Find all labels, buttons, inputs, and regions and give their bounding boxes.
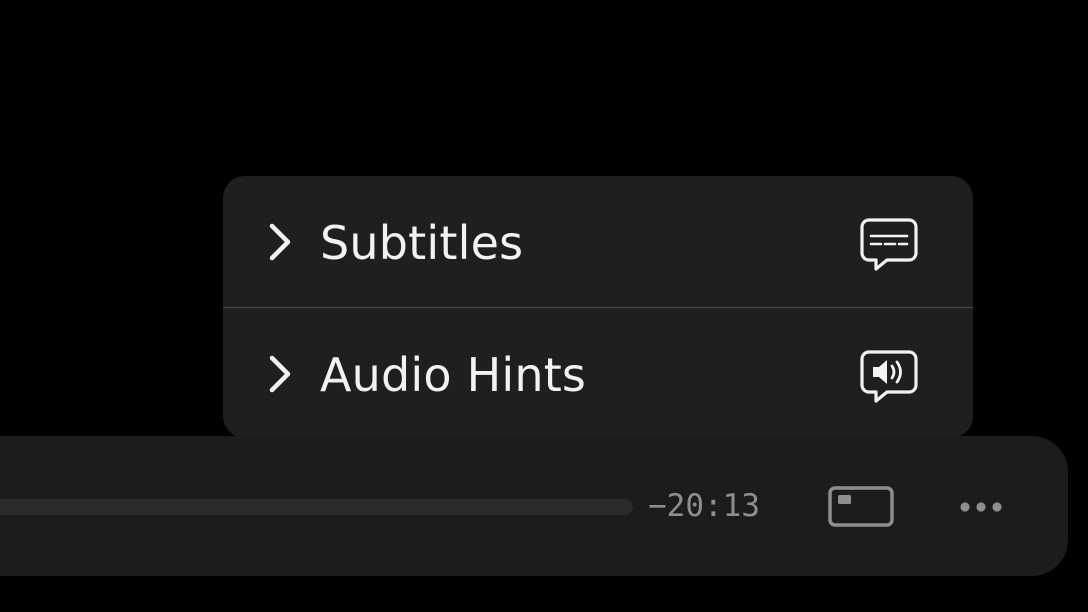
audio-hints-icon — [860, 350, 918, 403]
menu-item-subtitles[interactable]: Subtitles — [223, 176, 973, 307]
more-options-icon[interactable] — [952, 490, 1012, 524]
time-remaining: −20:13 — [648, 488, 760, 524]
subtitles-icon — [860, 218, 918, 271]
chevron-right-icon — [269, 355, 291, 393]
menu-item-audio-hints[interactable]: Audio Hints — [223, 308, 973, 438]
chevron-right-icon — [269, 223, 291, 261]
subtitles-audio-menu: Subtitles Audio Hints — [223, 176, 973, 438]
picture-in-picture-icon[interactable] — [826, 484, 896, 530]
progress-scrubber[interactable] — [0, 499, 633, 515]
menu-item-label: Audio Hints — [320, 348, 587, 402]
player-screen: Subtitles Audio Hints −20:13 — [0, 0, 1088, 612]
menu-item-label: Subtitles — [320, 216, 524, 270]
